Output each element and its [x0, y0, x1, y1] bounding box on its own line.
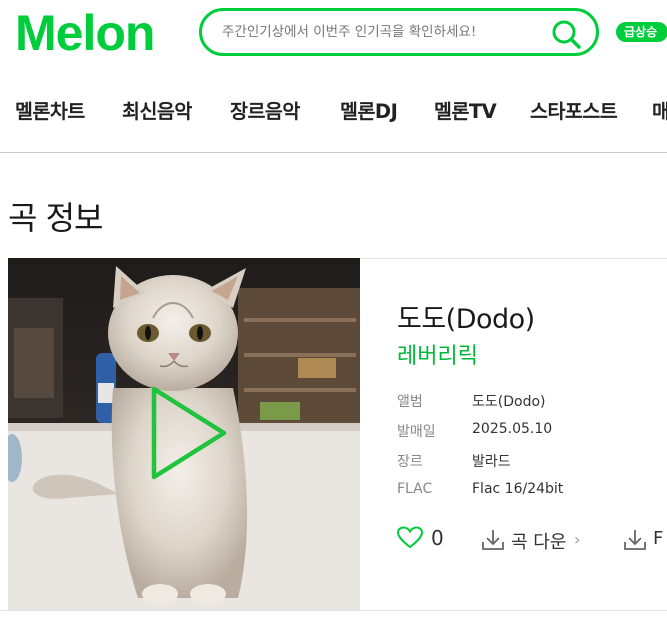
meta-value: 발라드: [472, 454, 511, 470]
flac-download-label: F: [653, 528, 664, 549]
play-button[interactable]: [148, 383, 232, 483]
divider: [360, 258, 667, 259]
nav-item-melon-chart[interactable]: 멜론차트: [15, 95, 85, 124]
like-button[interactable]: [396, 526, 424, 554]
search-button[interactable]: [550, 18, 582, 50]
meta-label: FLAC: [397, 481, 433, 497]
play-icon: [151, 386, 227, 480]
search-icon: [552, 20, 581, 49]
nav-item-latest-music[interactable]: 최신음악: [122, 95, 192, 124]
nav-divider: [0, 152, 667, 153]
page-title: 곡 정보: [8, 199, 103, 237]
meta-label: 장르: [397, 454, 423, 470]
divider: [0, 610, 667, 611]
artist-link[interactable]: 레버리릭: [397, 338, 478, 370]
nav-item-melon-dj[interactable]: 멜론DJ: [340, 95, 398, 124]
search-box: [199, 8, 599, 56]
download-label: 곡 다운: [511, 532, 567, 553]
meta-label: 발매일: [397, 424, 436, 440]
like-count: 0: [431, 526, 444, 550]
download-icon: [482, 530, 504, 550]
album-link[interactable]: 도도(Dodo): [472, 391, 545, 411]
nav-item-more[interactable]: 매: [652, 95, 667, 124]
search-input[interactable]: [222, 21, 542, 43]
trending-badge[interactable]: 급상승: [616, 22, 667, 42]
nav-item-genre-music[interactable]: 장르음악: [230, 95, 300, 124]
meta-value: 2025.05.10: [472, 421, 553, 437]
main-nav: 멜론차트 최신음악 장르음악 멜론DJ 멜론TV 스타포스트 매: [0, 95, 667, 141]
download-icon: [624, 530, 646, 550]
meta-label: 앨범: [397, 394, 423, 410]
chevron-right-icon: ›: [574, 530, 581, 549]
song-info: 도도(Dodo) 레버리릭 앨범 도도(Dodo) 발매일 2025.05.10…: [0, 258, 667, 611]
meta-value: Flac 16/24bit: [472, 481, 564, 497]
heart-icon: [396, 526, 424, 549]
nav-item-star-post[interactable]: 스타포스트: [530, 95, 618, 124]
song-actions: 0 곡 다운 › F: [396, 526, 667, 556]
melon-logo[interactable]: Melon: [15, 4, 155, 62]
nav-item-melon-tv[interactable]: 멜론TV: [434, 95, 497, 124]
album-thumbnail[interactable]: [8, 258, 360, 610]
header: Melon 급상승: [0, 0, 667, 66]
song-title: 도도(Dodo): [397, 304, 535, 335]
